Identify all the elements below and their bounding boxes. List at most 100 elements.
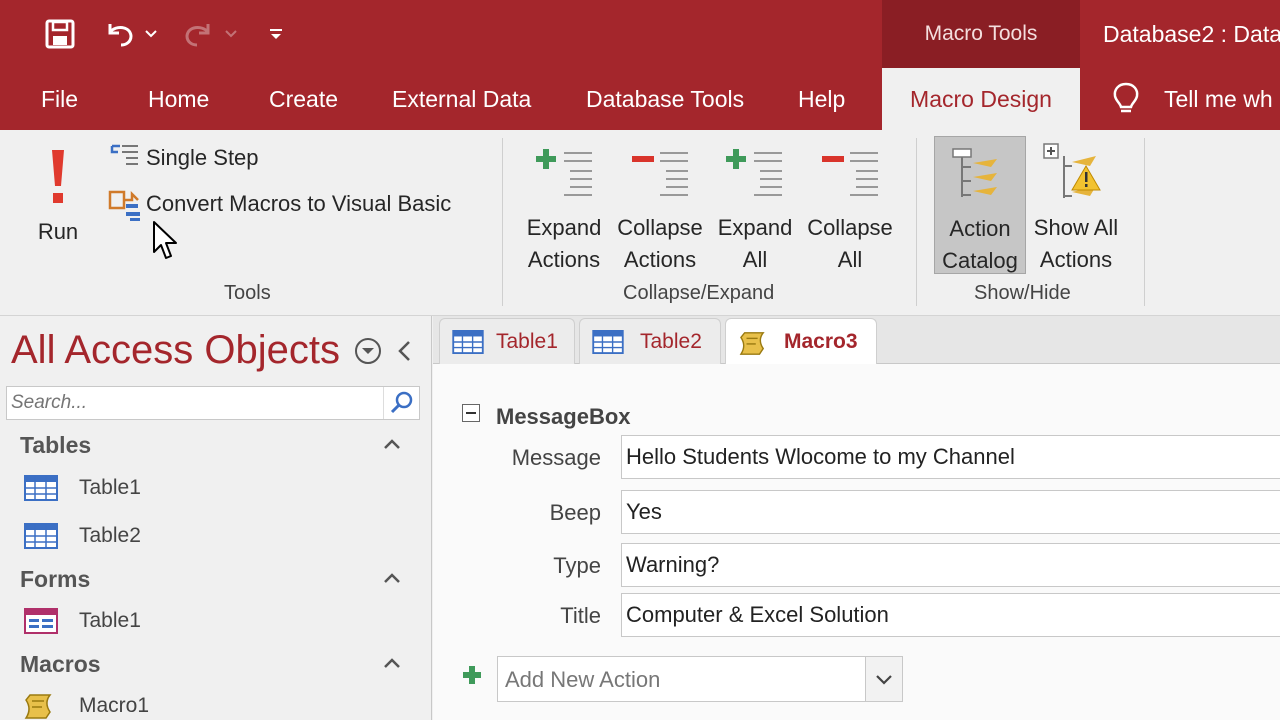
tab-external-data[interactable]: External Data (392, 68, 531, 130)
doc-tab-table2[interactable]: Table2 (579, 318, 721, 364)
document-tabs: Table1 Table2 Macro3 (433, 316, 1280, 365)
convert-macros-label: Convert Macros to Visual Basic (146, 191, 452, 216)
nav-item-label: Table1 (79, 476, 141, 499)
navigation-pane: All Access Objects Tables Table1 Table2 … (0, 316, 432, 720)
action-catalog-line2: Catalog (942, 248, 1018, 273)
collapse-actions-line1: Collapse (617, 215, 703, 240)
doc-tab-label: Table1 (496, 329, 558, 353)
macro-icon (739, 332, 765, 355)
single-step-button[interactable]: Single Step (106, 140, 276, 178)
show-all-actions-line1: Show All (1033, 215, 1119, 240)
convert-macros-button[interactable]: Convert Macros to Visual Basic (106, 186, 486, 224)
nav-item-macro1[interactable]: Macro1 (24, 688, 149, 720)
type-field[interactable] (621, 543, 1280, 587)
tools-group-title: Tools (224, 282, 271, 304)
redo-icon (178, 14, 218, 54)
document-area: Table1 Table2 Macro3 MessageBox Message … (433, 316, 1280, 720)
collapse-expand-group-title: Collapse/Expand (623, 282, 775, 304)
doc-tab-label: Table2 (640, 329, 702, 353)
nav-item-form-table1[interactable]: Table1 (24, 603, 141, 639)
show-all-actions-line2: Actions (1039, 247, 1113, 272)
redo-dropdown-icon (222, 14, 240, 54)
expand-actions-line1: Expand (526, 215, 602, 240)
run-label: Run (37, 219, 79, 244)
beep-field[interactable] (621, 490, 1280, 534)
ribbon-tabs: File Home Create External Data Database … (0, 68, 1280, 130)
single-step-icon (110, 144, 138, 165)
expand-all-button[interactable]: Expand All (712, 140, 798, 278)
nav-item-table2[interactable]: Table2 (24, 518, 141, 554)
doc-tab-table1[interactable]: Table1 (439, 318, 575, 364)
message-field[interactable] (621, 435, 1280, 479)
chevron-up-icon[interactable] (382, 653, 402, 673)
tab-macro-design-label: Macro Design (910, 85, 1052, 112)
section-header-forms[interactable]: Forms (20, 566, 90, 593)
chevron-up-icon[interactable] (382, 568, 402, 588)
nav-pane-title[interactable]: All Access Objects (11, 328, 340, 373)
tab-help[interactable]: Help (798, 68, 845, 130)
add-new-action-text: Add New Action (505, 667, 661, 692)
expand-all-icon (726, 149, 782, 196)
expand-actions-button[interactable]: Expand Actions (518, 140, 610, 278)
macro-tools-context-label: Macro Tools (882, 0, 1080, 68)
collapse-action-toggle[interactable] (462, 404, 480, 422)
collapse-all-line2: All (837, 247, 863, 272)
save-icon[interactable] (40, 14, 80, 54)
nav-search-box (6, 386, 420, 420)
tab-home[interactable]: Home (148, 68, 209, 130)
macro-designer: MessageBox Message Beep Type Title Add N… (433, 364, 1280, 720)
add-new-action-combobox[interactable]: Add New Action (497, 656, 869, 702)
collapse-all-button[interactable]: Collapse All (802, 140, 898, 278)
search-icon[interactable] (383, 387, 419, 419)
table-icon (452, 330, 484, 354)
argument-label-message: Message (511, 445, 601, 470)
table-icon (24, 523, 58, 549)
nav-item-label: Table2 (79, 524, 141, 547)
lightbulb-icon (1113, 82, 1139, 113)
nav-search-input[interactable] (7, 387, 383, 419)
run-button[interactable]: Run (22, 136, 94, 256)
section-header-macros[interactable]: Macros (20, 651, 101, 678)
ribbon: Run Single Step Convert Macros to Visual… (0, 130, 1280, 316)
nav-item-label: Macro1 (79, 694, 150, 717)
tab-create[interactable]: Create (269, 68, 338, 130)
table-icon (592, 330, 624, 354)
action-catalog-line1: Action (949, 216, 1011, 241)
collapse-actions-line2: Actions (623, 247, 697, 272)
table-icon (24, 475, 58, 501)
expand-all-line2: All (742, 247, 768, 272)
customize-qat-icon[interactable] (264, 14, 288, 54)
tab-file[interactable]: File (41, 68, 78, 130)
tell-me-text: Tell me wh (1164, 85, 1273, 112)
document-title: Database2 : Data (1103, 20, 1280, 47)
nav-item-label: Table1 (79, 609, 141, 632)
section-header-tables[interactable]: Tables (20, 432, 91, 459)
title-field[interactable] (621, 593, 1280, 637)
nav-menu-dropdown-icon[interactable] (354, 337, 382, 365)
tab-database-tools[interactable]: Database Tools (586, 68, 744, 130)
single-step-label: Single Step (146, 145, 259, 170)
doc-tab-macro3[interactable]: Macro3 (725, 318, 877, 365)
collapse-actions-button[interactable]: Collapse Actions (612, 140, 708, 278)
mouse-cursor-icon (153, 221, 177, 259)
undo-icon[interactable] (100, 14, 140, 54)
show-all-actions-button[interactable]: Show All Actions (1028, 140, 1124, 278)
argument-label-type: Type (553, 553, 601, 578)
doc-tab-label: Macro3 (784, 330, 858, 353)
shutter-bar-close-icon[interactable] (394, 338, 416, 364)
add-new-action-dropdown[interactable] (865, 656, 903, 702)
macro-action-name[interactable]: MessageBox (496, 404, 631, 430)
tab-macro-design[interactable]: Macro Design (882, 68, 1080, 130)
collapse-all-line1: Collapse (807, 215, 893, 240)
exclamation-icon (52, 150, 64, 203)
argument-label-title: Title (560, 603, 601, 628)
action-catalog-icon (952, 148, 997, 197)
nav-item-table1[interactable]: Table1 (24, 470, 141, 506)
tell-me-box[interactable]: Tell me wh (1110, 68, 1273, 130)
undo-dropdown-icon[interactable] (142, 14, 160, 54)
ribbon-separator (502, 138, 503, 306)
action-catalog-button[interactable]: Action Catalog (934, 136, 1026, 274)
chevron-up-icon[interactable] (382, 434, 402, 454)
convert-macros-icon (108, 190, 140, 221)
expand-all-line1: Expand (717, 215, 793, 240)
